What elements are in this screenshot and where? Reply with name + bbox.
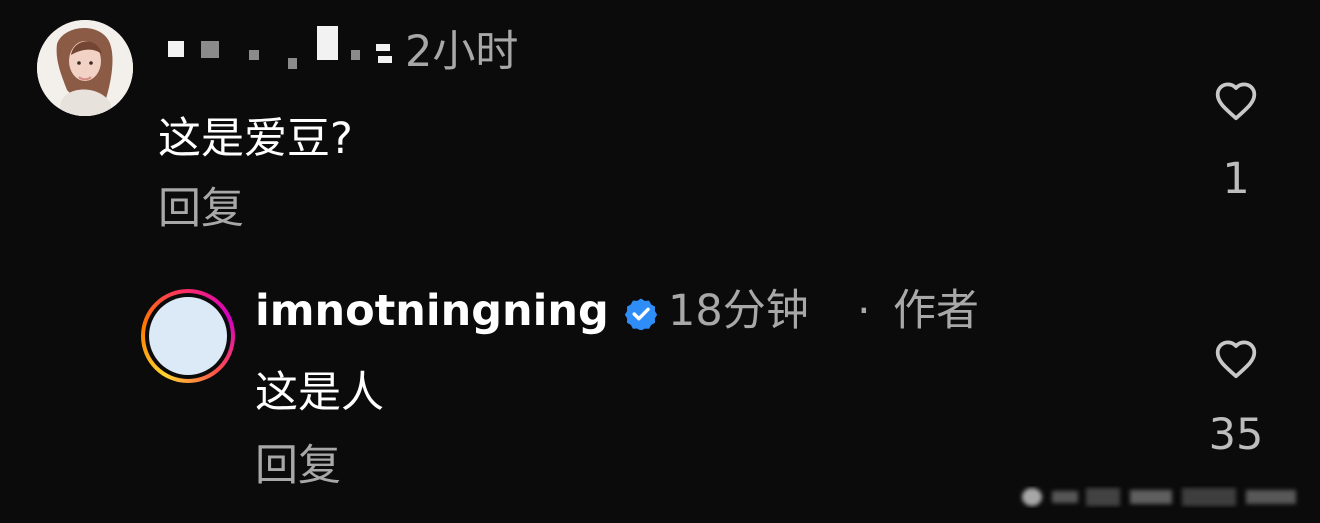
reply-reply-button[interactable]: 回复 bbox=[255, 445, 341, 488]
blurred-watermark bbox=[1022, 488, 1296, 506]
heart-icon bbox=[1215, 82, 1257, 121]
comment-text: 这是爱豆? bbox=[158, 114, 353, 164]
redacted-username bbox=[166, 26, 396, 78]
commenter-avatar[interactable] bbox=[37, 20, 133, 116]
comment-reply-button[interactable]: 回复 bbox=[158, 188, 244, 231]
reply-avatar[interactable] bbox=[141, 289, 235, 383]
reply-text: 这是人 bbox=[255, 368, 384, 418]
commenter-avatar-illustration bbox=[37, 20, 133, 116]
comment-timestamp: 2小时 bbox=[405, 27, 519, 77]
reply-like-count: 35 bbox=[1208, 410, 1264, 460]
verified-badge-icon bbox=[624, 298, 658, 330]
reply-meta-separator: · bbox=[857, 286, 871, 336]
reply-timestamp: 18分钟 bbox=[668, 286, 809, 336]
author-badge: 作者 bbox=[893, 286, 979, 336]
reply-username[interactable]: imnotningning bbox=[255, 290, 609, 333]
comment-like-count: 1 bbox=[1222, 154, 1250, 204]
heart-icon bbox=[1215, 340, 1257, 379]
reply-avatar-image bbox=[149, 297, 227, 375]
